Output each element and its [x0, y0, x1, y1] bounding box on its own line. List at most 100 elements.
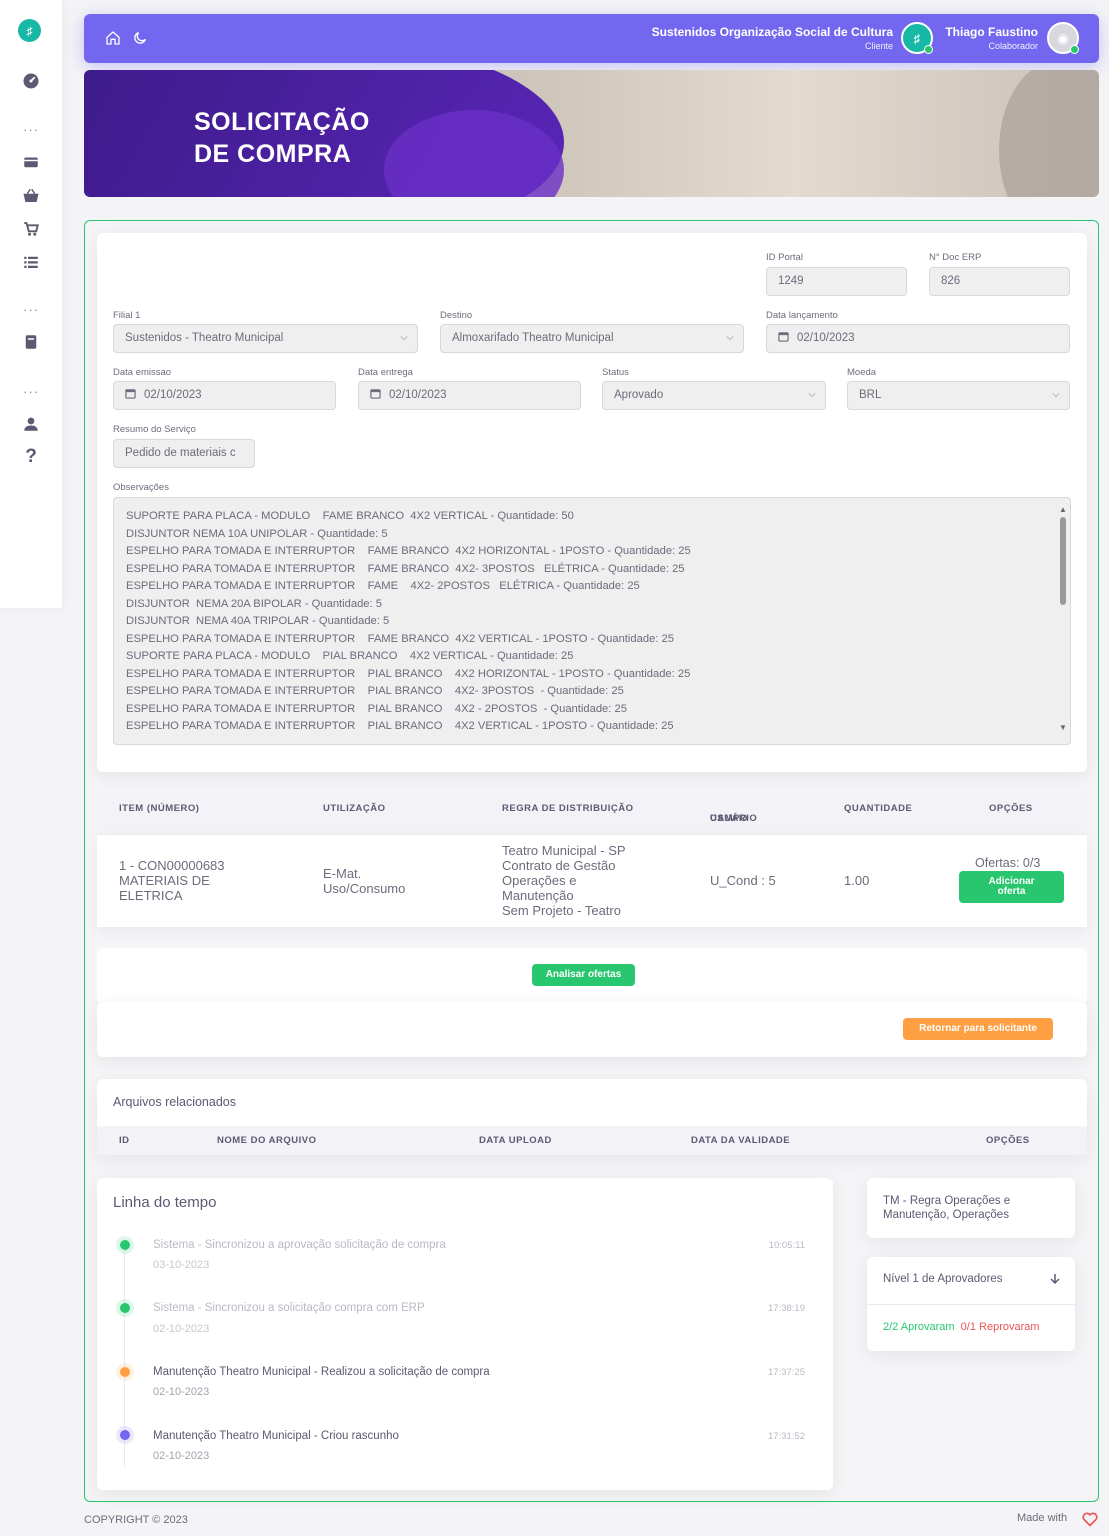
data-emissao-label: Data emissao: [113, 367, 172, 378]
regra-cell: Teatro Municipal - SP Contrato de Gestão O…: [502, 843, 626, 918]
help-icon[interactable]: ?: [0, 447, 62, 467]
calendar-icon: [778, 332, 789, 342]
doc-erp-field[interactable]: 826: [929, 267, 1070, 296]
timeline-dot: [120, 1240, 130, 1250]
return-card: Retornar para solicitante: [97, 1002, 1087, 1057]
id-portal-label: ID Portal: [766, 252, 803, 263]
app-logo[interactable]: ♯: [18, 19, 41, 42]
observacao-line: ESPELHO PARA TOMADA E INTERRUPTOR FAME B…: [126, 545, 691, 557]
moeda-select[interactable]: BRL: [847, 381, 1070, 410]
data-entrega-field[interactable]: 02/10/2023: [358, 381, 581, 410]
scrollbar-thumb[interactable]: [1060, 517, 1066, 605]
col-item: ITEM (NÚMERO): [119, 803, 200, 814]
timeline-title: Linha do tempo: [113, 1194, 217, 1211]
data-emissao-field[interactable]: 02/10/2023: [113, 381, 336, 410]
home-icon[interactable]: [105, 30, 121, 46]
scroll-up-icon[interactable]: ▲: [1059, 501, 1067, 519]
return-to-requester-button[interactable]: Retornar para solicitante: [903, 1018, 1053, 1040]
page-banner: SOLICITAÇÃO DE COMPRA: [84, 70, 1099, 197]
rule-card: TM - Regra Operações e Manutenção, Operaç…: [867, 1178, 1075, 1238]
data-entrega-label: Data entrega: [358, 367, 413, 378]
observacoes-textarea[interactable]: SUPORTE PARA PLACA - MODULO FAME BRANCO …: [113, 497, 1071, 745]
dashboard-icon[interactable]: [0, 72, 62, 96]
moon-icon[interactable]: [132, 30, 148, 46]
observacao-line: ESPELHO PARA TOMADA E INTERRUPTOR PIAL B…: [126, 667, 691, 680]
analyze-offers-button[interactable]: Analisar ofertas: [532, 964, 635, 986]
status-label: Status: [602, 367, 629, 378]
section-divider-dots: ···: [23, 384, 39, 399]
user-name: Thiago Faustino: [945, 25, 1038, 39]
timeline-item-time: 17:38:19: [768, 1303, 805, 1314]
observacao-line: ESPELHO PARA TOMADA E INTERRUPTOR PIAL B…: [126, 702, 627, 715]
col-regra: REGRA DE DISTRIBUIÇÃO: [502, 803, 634, 814]
data-lancamento-label: Data lançamento: [766, 310, 838, 321]
user-info[interactable]: Thiago Faustino Colaborador: [945, 25, 1038, 51]
observacao-line: DISJUNTOR NEMA 40A TRIPOLAR - Quantidade…: [126, 615, 390, 627]
chevron-down-icon: [808, 393, 816, 398]
utilizacao-cell: E-Mat. Uso/Consumo: [323, 866, 406, 896]
organization-name: Sustenidos Organização Social de Cultura: [651, 25, 893, 39]
basket-icon[interactable]: [0, 187, 62, 211]
organization-role: Cliente: [864, 41, 893, 51]
arrow-down-icon[interactable]: [1049, 1273, 1061, 1285]
rule-name: TM - Regra Operações e Manutenção, Operaç…: [883, 1195, 1011, 1221]
timeline-item-title: Sistema - Sincronizou a aprovação solici…: [153, 1239, 446, 1251]
timeline-item-time: 17:31:52: [768, 1431, 805, 1442]
resumo-label: Resumo do Serviço: [113, 424, 196, 435]
page-title: SOLICITAÇÃO DE COMPRA: [194, 108, 370, 168]
request-form-card: ID Portal 1249 N° Doc ERP 826 Filial 1 S…: [97, 233, 1087, 772]
files-table-header: ID NOME DO ARQUIVO DATA UPLOAD DATA DA V…: [97, 1126, 1087, 1155]
user-avatar[interactable]: ◉: [1047, 22, 1079, 54]
calendar-icon: [370, 389, 381, 399]
online-status-dot: [1070, 45, 1079, 54]
approval-level-card: Nível 1 de Aprovadores 2/2 Aprovaram 0/1…: [867, 1257, 1075, 1351]
timeline-item-date: 02-10-2023: [153, 1323, 210, 1335]
scroll-down-icon[interactable]: ▼: [1059, 719, 1067, 737]
approval-summary: 2/2 Aprovaram 0/1 Reprovaram: [883, 1321, 1040, 1333]
quantidade-cell: 1.00: [844, 873, 870, 888]
observacao-line: DISJUNTOR NEMA 20A BIPOLAR - Quantidade:…: [126, 597, 382, 610]
credit-card-icon[interactable]: [0, 153, 62, 177]
approval-level-title[interactable]: Nível 1 de Aprovadores: [883, 1273, 1003, 1285]
col-opcoes: OPÇÕES: [986, 1135, 1030, 1146]
related-files-card: Arquivos relacionados ID NOME DO ARQUIVO…: [97, 1079, 1087, 1155]
items-table-header: ITEM (NÚMERO) UTILIZAÇÃO REGRA DE DISTRI…: [97, 793, 1087, 835]
destino-select[interactable]: Almoxarifado Theatro Municipal: [440, 324, 744, 353]
observacao-line: SUPORTE PARA PLACA - MODULO PIAL BRANCO …: [126, 650, 574, 662]
status-select[interactable]: Aprovado: [602, 381, 826, 410]
online-status-dot: [924, 45, 933, 54]
campo-cell: U_Cond : 5: [710, 873, 776, 888]
organization-info[interactable]: Sustenidos Organização Social de Cultura…: [652, 25, 893, 51]
id-portal-field[interactable]: 1249: [766, 267, 907, 296]
resumo-field[interactable]: Pedido de materiais c: [113, 439, 255, 468]
destino-label: Destino: [440, 310, 473, 321]
list-icon[interactable]: [0, 253, 62, 277]
related-files-title: Arquivos relacionados: [113, 1095, 236, 1109]
filial-select[interactable]: Sustenidos - Theatro Municipal: [113, 324, 418, 353]
observacao-line: ESPELHO PARA TOMADA E INTERRUPTOR FAME B…: [126, 562, 685, 575]
col-opcoes: OPÇÕES: [989, 803, 1033, 814]
add-offer-button[interactable]: Adicionar oferta: [959, 871, 1064, 903]
moeda-label: Moeda: [847, 367, 877, 378]
organization-avatar[interactable]: ♯: [901, 22, 933, 54]
timeline-item-time: 17:37:25: [768, 1367, 805, 1378]
cart-icon[interactable]: [0, 220, 62, 244]
timeline-dot: [120, 1303, 130, 1313]
observacao-line: DISJUNTOR NEMA 10A UNIPOLAR - Quantidade…: [126, 527, 388, 540]
col-utilizacao: UTILIZAÇÃO: [323, 803, 386, 814]
book-icon[interactable]: [0, 333, 62, 357]
user-role: Colaborador: [988, 41, 1038, 51]
timeline-dot: [120, 1367, 130, 1377]
timeline-card: Linha do tempo Sistema - Sincronizou a a…: [97, 1178, 833, 1490]
main-content: ID Portal 1249 N° Doc ERP 826 Filial 1 S…: [84, 220, 1099, 1502]
textarea-scrollbar[interactable]: ▲ ▼: [1057, 499, 1069, 743]
col-quantidade: QUANTIDADE: [844, 803, 913, 814]
col-data-validade: DATA DA VALIDADE: [691, 1135, 791, 1146]
data-lancamento-field[interactable]: 02/10/2023: [766, 324, 1070, 353]
calendar-icon: [125, 389, 136, 399]
observacao-line: ESPELHO PARA TOMADA E INTERRUPTOR FAME B…: [126, 632, 674, 645]
doc-erp-label: N° Doc ERP: [929, 252, 982, 263]
item-cell: 1 - CON00000683 MATERIAIS DE ELETRICA: [119, 858, 225, 903]
observacao-line: ESPELHO PARA TOMADA E INTERRUPTOR PIAL B…: [126, 685, 624, 697]
user-icon[interactable]: [0, 415, 62, 439]
